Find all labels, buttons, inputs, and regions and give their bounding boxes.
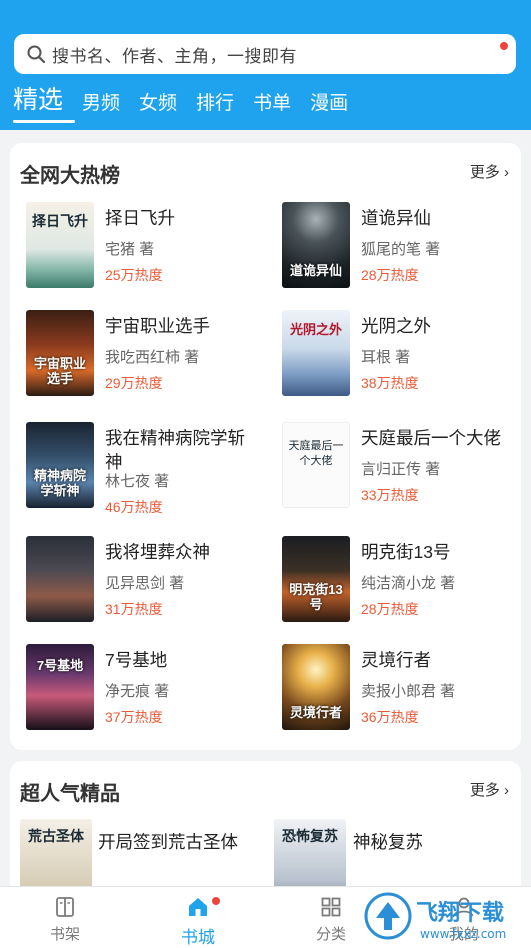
book-heat: 25万热度 <box>105 267 163 283</box>
tab-nvpin[interactable]: 女频 <box>139 94 177 113</box>
book-heat: 38万热度 <box>361 375 419 391</box>
header: 搜书名、作者、主角，一搜即有 精选 男频 女频 排行 书单 漫画 <box>0 0 531 130</box>
book-item[interactable]: 道诡异仙 道诡异仙 狐尾的笔 著 28万热度 <box>266 202 516 292</box>
tab-jingxuan[interactable]: 精选 <box>13 86 63 114</box>
cover-title: 恐怖复苏 <box>282 828 338 844</box>
grid-icon <box>321 897 341 917</box>
book-item[interactable]: 灵境行者 灵境行者 卖报小郎君 著 36万热度 <box>266 644 516 734</box>
book-author: 纯洁滴小龙 著 <box>361 575 456 592</box>
book-item[interactable]: 精神病院学斩神 我在精神病院学斩神 林七夜 著 46万热度 <box>10 422 260 515</box>
cover-title: 宇宙职业选手 <box>33 356 86 386</box>
book-cover <box>26 536 94 622</box>
book-heat: 28万热度 <box>361 267 419 283</box>
watermark: 飞翔下载 www.fxxz.com <box>362 888 522 944</box>
search-placeholder: 搜书名、作者、主角，一搜即有 <box>52 46 297 66</box>
cover-title: 荒古圣体 <box>28 828 84 844</box>
book-heat: 33万热度 <box>361 487 419 503</box>
book-heat: 36万热度 <box>361 709 419 725</box>
book-title: 宇宙职业选手 <box>105 316 210 336</box>
book-cover: 择日飞升 <box>26 202 94 288</box>
notification-dot <box>500 42 508 50</box>
book-heat: 46万热度 <box>105 499 163 515</box>
tab-manhua[interactable]: 漫画 <box>310 94 348 113</box>
book-author: 宅猪 著 <box>105 241 155 258</box>
nav-bookstore[interactable]: 书城 <box>158 895 238 948</box>
watermark-url: www.fxxz.com <box>420 927 506 941</box>
search-bar[interactable]: 搜书名、作者、主角，一搜即有 <box>14 34 516 74</box>
nav-label: 书城 <box>181 928 215 947</box>
book-title: 神秘复苏 <box>353 832 423 852</box>
cover-title: 灵境行者 <box>289 705 342 720</box>
book-title: 天庭最后一个大佬 <box>361 428 501 448</box>
popular-more-link[interactable]: 更多 › <box>470 779 509 800</box>
book-heat: 31万热度 <box>105 601 163 617</box>
book-item[interactable]: 宇宙职业选手 宇宙职业选手 我吃西红柿 著 29万热度 <box>10 310 260 400</box>
book-cover: 光阴之外 <box>282 310 350 396</box>
cover-title: 明克街13号 <box>289 582 343 612</box>
book-title: 我将埋葬众神 <box>105 542 210 562</box>
cover-title: 道诡异仙 <box>289 263 342 278</box>
bookshelf-icon <box>56 897 74 917</box>
book-cover: 明克街13号 <box>282 536 350 622</box>
book-cover: 7号基地 <box>26 644 94 730</box>
book-title: 7号基地 <box>105 650 168 670</box>
book-cover: 天庭最后一个大佬 <box>282 422 350 508</box>
tab-nanpin[interactable]: 男频 <box>82 94 120 113</box>
book-author: 见异思剑 著 <box>105 575 185 592</box>
cover-title: 择日飞升 <box>32 213 88 229</box>
cover-title: 光阴之外 <box>289 322 342 337</box>
nav-category[interactable]: 分类 <box>291 895 371 944</box>
book-author: 林七夜 著 <box>105 473 170 490</box>
book-title: 光阴之外 <box>361 316 431 336</box>
book-author: 净无痕 著 <box>105 683 170 700</box>
book-heat: 28万热度 <box>361 601 419 617</box>
chevron-right-icon: › <box>504 782 509 799</box>
cover-title: 天庭最后一个大佬 <box>288 440 344 467</box>
tab-paihang[interactable]: 排行 <box>196 94 234 113</box>
nav-label: 分类 <box>315 926 346 943</box>
nav-label: 书架 <box>49 926 80 943</box>
cover-title: 精神病院学斩神 <box>33 468 86 498</box>
book-item[interactable]: 天庭最后一个大佬 天庭最后一个大佬 言归正传 著 33万热度 <box>266 422 516 512</box>
book-title: 我在精神病院学斩神 <box>105 428 245 472</box>
book-item[interactable]: 择日飞升 择日飞升 宅猪 著 25万热度 <box>10 202 260 292</box>
book-cover: 灵境行者 <box>282 644 350 730</box>
book-cover: 精神病院学斩神 <box>26 422 94 508</box>
chevron-right-icon: › <box>504 164 509 181</box>
book-title: 道诡异仙 <box>361 208 431 228</box>
book-title: 择日飞升 <box>105 208 175 228</box>
book-author: 耳根 著 <box>361 349 411 366</box>
book-title: 灵境行者 <box>361 650 431 670</box>
tab-shudan[interactable]: 书单 <box>253 94 291 113</box>
search-icon <box>27 45 46 64</box>
hot-list-title: 全网大热榜 <box>20 165 120 187</box>
tab-underline <box>13 120 75 123</box>
book-item[interactable]: 光阴之外 光阴之外 耳根 著 38万热度 <box>266 310 516 400</box>
nav-bookshelf[interactable]: 书架 <box>25 895 105 944</box>
book-author: 我吃西红柿 著 <box>105 349 200 366</box>
category-tabs: 精选 男频 女频 排行 书单 漫画 <box>13 86 348 123</box>
hot-more-link[interactable]: 更多 › <box>470 161 509 182</box>
notification-dot <box>212 897 220 905</box>
watermark-text: 飞翔下载 <box>416 900 504 926</box>
more-label: 更多 <box>469 782 500 799</box>
book-heat: 37万热度 <box>105 709 163 725</box>
book-cover: 道诡异仙 <box>282 202 350 288</box>
book-author: 卖报小郎君 著 <box>361 683 456 700</box>
book-title: 明克街13号 <box>361 542 451 562</box>
hot-list-card: 全网大热榜 更多 › 择日飞升 择日飞升 宅猪 著 25万热度 道诡异仙 道诡异… <box>10 143 521 750</box>
book-author: 狐尾的笔 著 <box>361 241 441 258</box>
home-icon <box>189 898 207 916</box>
book-heat: 29万热度 <box>105 375 163 391</box>
popular-title: 超人气精品 <box>20 783 120 805</box>
book-cover: 宇宙职业选手 <box>26 310 94 396</box>
watermark-logo: 飞翔下载 www.fxxz.com <box>364 892 506 941</box>
cover-title: 7号基地 <box>36 658 84 673</box>
book-item[interactable]: 7号基地 7号基地 净无痕 著 37万热度 <box>10 644 260 734</box>
book-item[interactable]: 明克街13号 明克街13号 纯洁滴小龙 著 28万热度 <box>266 536 516 626</box>
book-title: 开局签到荒古圣体 <box>98 832 238 852</box>
more-label: 更多 <box>469 164 500 181</box>
book-item[interactable]: 我将埋葬众神 见异思剑 著 31万热度 <box>10 536 260 626</box>
book-author: 言归正传 著 <box>361 461 441 478</box>
